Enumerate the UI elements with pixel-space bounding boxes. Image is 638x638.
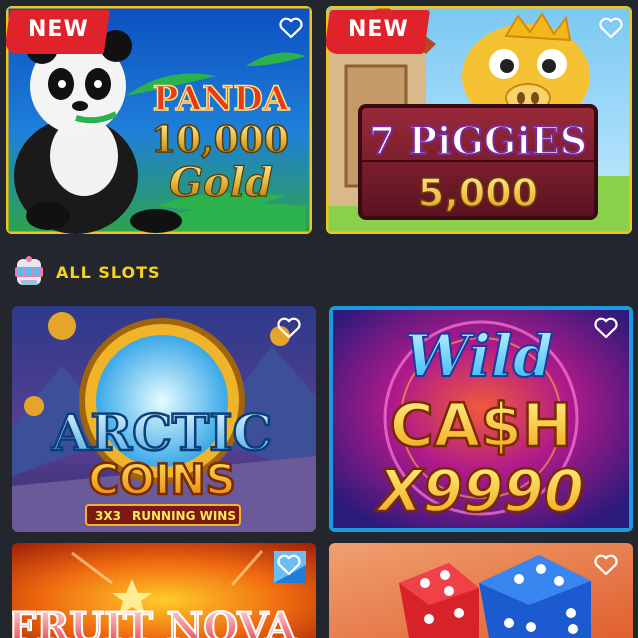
game-title-line3: Gold — [169, 159, 273, 206]
favorite-heart-icon[interactable] — [593, 316, 619, 340]
game-tile-fruit-nova[interactable]: FRUIT NOVA — [12, 543, 316, 638]
favorite-heart-icon[interactable] — [598, 16, 624, 40]
favorite-heart-icon[interactable] — [276, 553, 302, 577]
game-tile-arctic-coins[interactable]: ARCTIC COINS 3X3 RUNNING WINS — [12, 306, 316, 532]
game-tile-panda-gold[interactable]: PANDA 10,000 Gold NEW — [6, 6, 312, 234]
slot-machine-icon — [15, 256, 43, 285]
section-header-all-slots: ALL SLOTS — [12, 254, 161, 290]
game-title-line1: Wild — [405, 322, 554, 390]
game-lobby: PANDA 10,000 Gold NEW 7 PiGGiES 5,000 NE… — [0, 0, 638, 638]
game-artwork — [329, 543, 633, 638]
game-artwork: FRUIT NOVA — [12, 543, 316, 638]
game-title-line2: COINS — [88, 455, 236, 504]
game-tile-7-piggies[interactable]: 7 PiGGiES 5,000 NEW — [326, 6, 632, 234]
game-title-line1: FRUIT NOVA — [12, 604, 297, 638]
game-title-line1: PANDA — [153, 79, 290, 119]
game-artwork: ARCTIC COINS 3X3 RUNNING WINS — [12, 306, 316, 532]
game-tile-dice[interactable] — [329, 543, 633, 638]
favorite-heart-icon[interactable] — [593, 553, 619, 577]
game-title-line1: 7 PiGGiES — [369, 118, 587, 163]
game-title-line2: 5,000 — [418, 171, 538, 215]
game-subtitle-b: RUNNING WINS — [132, 509, 236, 523]
favorite-heart-icon[interactable] — [276, 316, 302, 340]
section-title: ALL SLOTS — [56, 262, 161, 282]
game-tile-wild-cash[interactable]: Wild CA$H X9990 — [329, 306, 633, 532]
new-badge-label: NEW — [28, 17, 89, 42]
game-artwork: Wild CA$H X9990 — [329, 306, 633, 532]
new-badge: NEW — [10, 10, 110, 54]
game-title-line3: X9990 — [375, 457, 584, 525]
game-title-line1: ARCTIC — [51, 403, 273, 462]
game-title-line2: 10,000 — [151, 119, 289, 161]
game-subtitle-a: 3X3 — [95, 509, 121, 523]
game-title-line2: CA$H — [390, 391, 572, 461]
favorite-heart-icon[interactable] — [278, 16, 304, 40]
new-badge-label: NEW — [348, 17, 409, 42]
new-badge: NEW — [330, 10, 430, 54]
